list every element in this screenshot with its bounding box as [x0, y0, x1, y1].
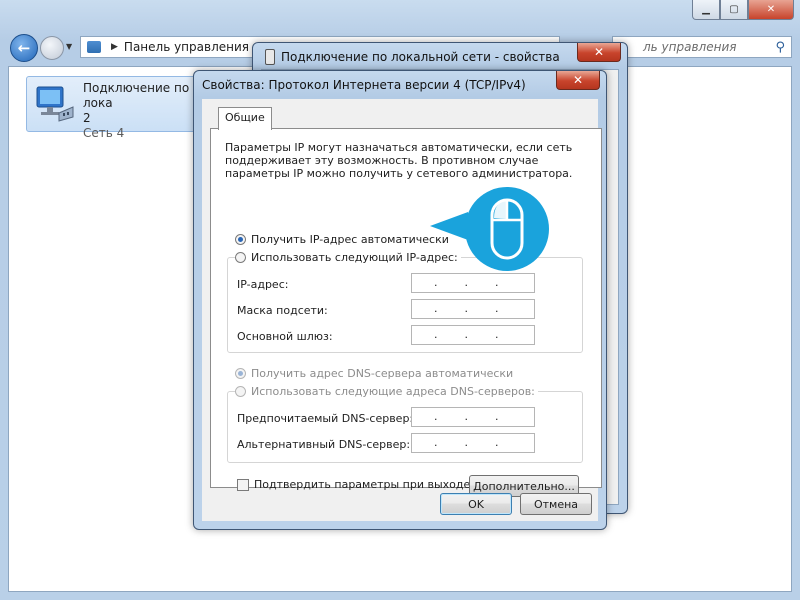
ip-manual-option[interactable]: Использовать следующий IP-адрес: [235, 251, 461, 264]
dns-manual-label: Использовать следующие адреса DNS-сервер… [251, 385, 535, 398]
preferred-dns-label: Предпочитаемый DNS-сервер: [237, 412, 414, 425]
network-adapter-icon [36, 86, 74, 122]
validate-option[interactable]: Подтвердить параметры при выходе [237, 478, 470, 491]
preferred-dns-field[interactable]: ... [411, 407, 535, 427]
subnet-mask-field[interactable]: ... [411, 299, 535, 319]
connection-name: Подключение по лока [83, 81, 190, 110]
dns-manual-radio[interactable] [235, 386, 246, 397]
validate-checkbox[interactable] [237, 478, 249, 491]
dns-manual-option[interactable]: Использовать следующие адреса DNS-сервер… [235, 385, 538, 398]
recent-pages-dropdown-icon[interactable]: ▼ [66, 42, 72, 51]
info-text: Параметры IP могут назначаться автоматич… [225, 141, 573, 180]
forward-arrow-icon[interactable] [40, 36, 64, 60]
ok-button[interactable]: OK [440, 493, 512, 515]
search-placeholder: ль управления [643, 40, 737, 54]
breadcrumb-control-panel[interactable]: Панель управления [124, 40, 249, 54]
connection-name-suffix: 2 [83, 111, 91, 125]
window-controls: ▁ ▢ ✕ [692, 0, 794, 20]
ip-auto-radio[interactable] [235, 234, 246, 245]
ip-address-label: IP-адрес: [237, 278, 289, 291]
dns-auto-radio[interactable] [235, 368, 246, 379]
ipv4-dialog-close-button[interactable]: ✕ [556, 71, 600, 90]
network-plug-icon [265, 49, 275, 65]
lan-dialog-title: Подключение по локальной сети - свойства [281, 50, 560, 64]
alternate-dns-field[interactable]: ... [411, 433, 535, 453]
ip-auto-option[interactable]: Получить IP-адрес автоматически [235, 233, 449, 246]
validate-label: Подтвердить параметры при выходе [254, 478, 471, 491]
search-input[interactable]: ль управления ⚲ [612, 36, 792, 58]
gateway-label: Основной шлюз: [237, 330, 333, 343]
ip-auto-label: Получить IP-адрес автоматически [251, 233, 449, 246]
close-button[interactable]: ✕ [748, 0, 794, 20]
breadcrumb-separator-icon[interactable]: ▶ [111, 42, 118, 52]
minimize-button[interactable]: ▁ [692, 0, 720, 20]
ipv4-dialog-title: Свойства: Протокол Интернета версии 4 (T… [202, 78, 526, 92]
maximize-button[interactable]: ▢ [720, 0, 748, 20]
mouse-click-icon [430, 187, 549, 271]
ip-manual-radio[interactable] [235, 252, 246, 263]
ipv4-properties-dialog: Свойства: Протокол Интернета версии 4 (T… [193, 70, 607, 530]
ip-manual-label: Использовать следующий IP-адрес: [251, 251, 458, 264]
tab-general[interactable]: Общие [218, 107, 272, 130]
dns-auto-option[interactable]: Получить адрес DNS-сервера автоматически [235, 367, 513, 380]
ip-address-field[interactable]: ... [411, 273, 535, 293]
network-connection-item[interactable]: Подключение по лока 2 Сеть 4 [26, 76, 208, 140]
back-arrow-icon[interactable]: ← [10, 34, 38, 62]
gateway-field[interactable]: ... [411, 325, 535, 345]
alternate-dns-label: Альтернативный DNS-сервер: [237, 438, 411, 451]
lan-dialog-close-button[interactable]: ✕ [577, 43, 621, 62]
search-icon[interactable]: ⚲ [775, 40, 785, 55]
cancel-button[interactable]: Отмена [520, 493, 592, 515]
tab-general-body: Параметры IP могут назначаться автоматич… [210, 128, 602, 497]
control-panel-icon [87, 41, 101, 53]
dns-auto-label: Получить адрес DNS-сервера автоматически [251, 367, 514, 380]
ipv4-dialog-panel: Общие Параметры IP могут назначаться авт… [202, 99, 602, 521]
connection-network: Сеть 4 [83, 126, 125, 140]
subnet-mask-label: Маска подсети: [237, 304, 328, 317]
